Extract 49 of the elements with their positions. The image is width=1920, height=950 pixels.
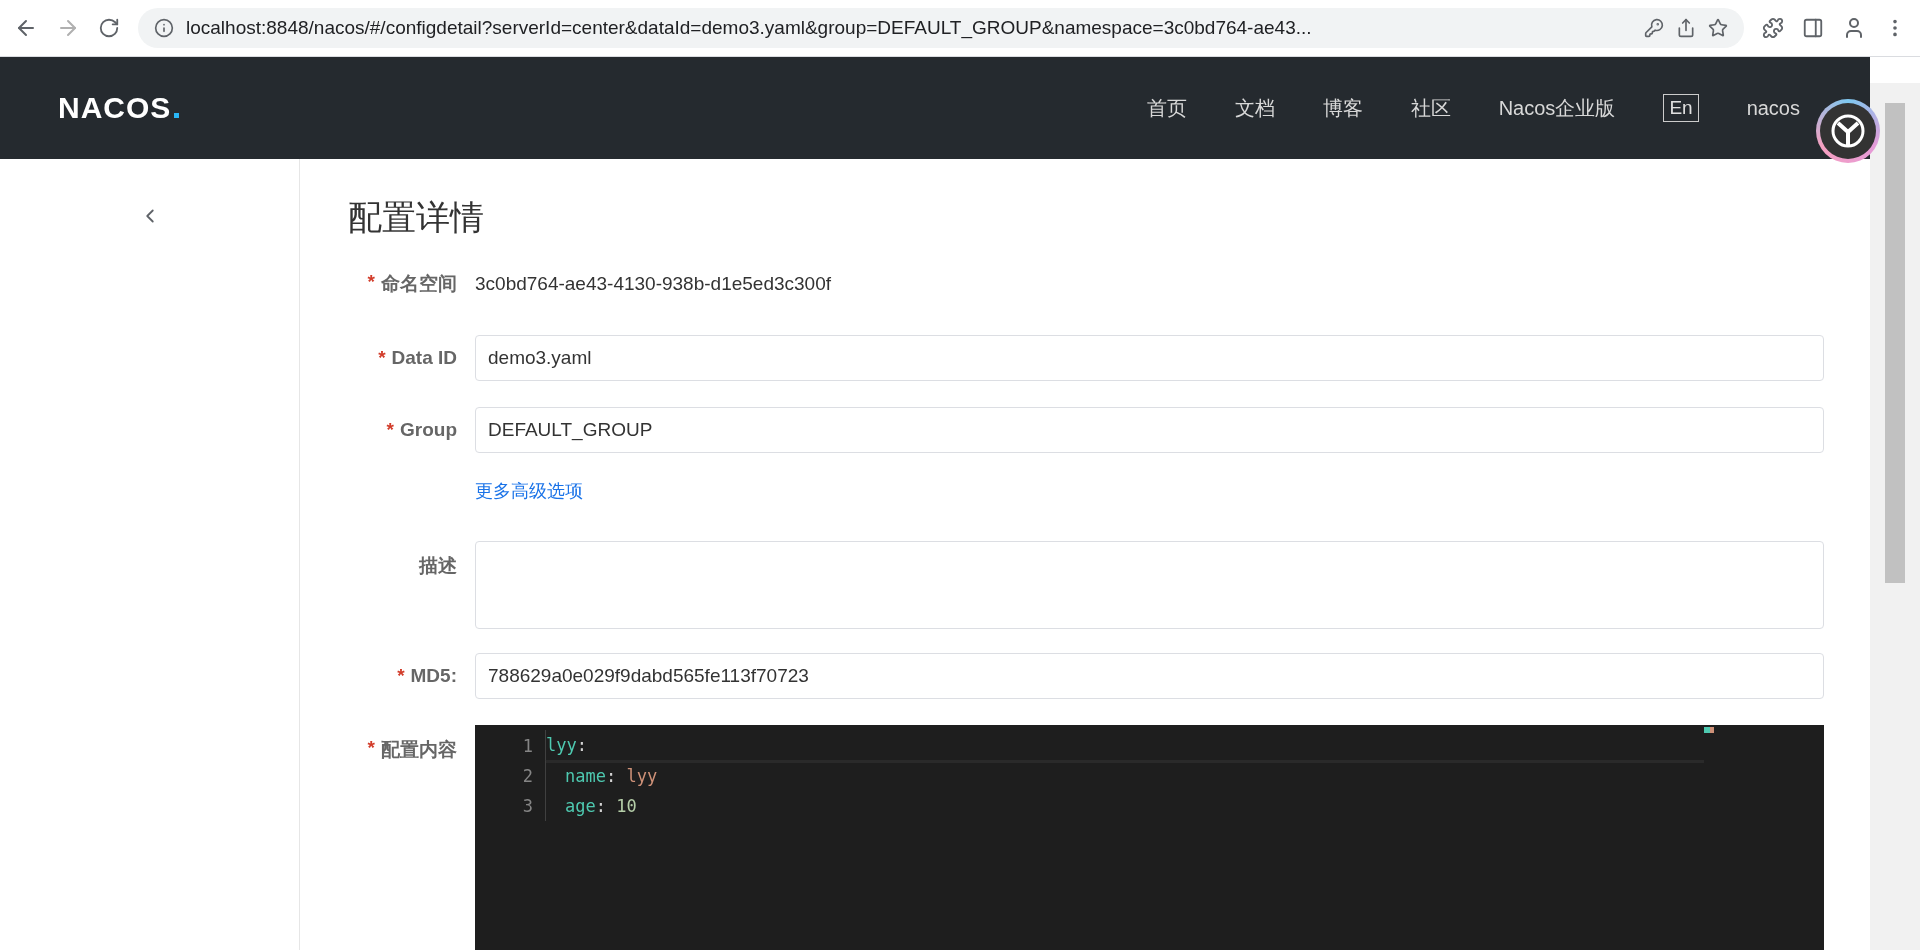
code-token: age xyxy=(565,796,596,816)
nav-link[interactable]: Nacos企业版 xyxy=(1498,94,1616,122)
key-icon[interactable] xyxy=(1644,18,1664,38)
url-text: localhost:8848/nacos/#/configdetail?serverId=center&dataId=demo3.yaml&group=DEFAULT_GROUP&namespace=3c0bd764-ae43... xyxy=(186,17,1313,39)
input-field[interactable]: 788629a0e029f9dabd565fe113f70723 xyxy=(475,653,1824,699)
nacos-logo[interactable]: NACOS xyxy=(58,91,180,125)
nav-link[interactable]: 文档 xyxy=(1234,94,1275,122)
code-token: : xyxy=(595,796,607,816)
nav-link[interactable]: 首页 xyxy=(1146,94,1187,122)
share-icon[interactable] xyxy=(1676,18,1696,38)
nav-link[interactable]: 社区 xyxy=(1410,94,1451,122)
namespace-value: 3c0bd764-ae43-4130-938b-d1e5ed3c300f xyxy=(475,273,833,295)
scrollbar[interactable] xyxy=(1870,83,1920,950)
nav-link[interactable]: 博客 xyxy=(1322,94,1363,122)
input-field[interactable]: DEFAULT_GROUP xyxy=(475,407,1824,453)
user-name[interactable]: nacos xyxy=(1746,96,1800,120)
page-title: 配置详情 xyxy=(348,197,485,238)
reload-icon[interactable] xyxy=(98,17,120,39)
line-number: 1 xyxy=(521,736,534,756)
field-label: 配置内容 xyxy=(381,738,457,762)
code-token: : xyxy=(605,766,618,786)
code-token: lyy xyxy=(626,766,658,786)
required-mark: * xyxy=(386,419,394,441)
code-token: 10 xyxy=(616,796,637,816)
line-number: 2 xyxy=(521,766,534,786)
line-number: 3 xyxy=(521,796,534,816)
address-bar[interactable]: localhost:8848/nacos/#/configdetail?serverId=center&dataId=demo3.yaml&group=DEFAULT_GROUP&namespace=3c0bd764-ae43... xyxy=(138,8,1744,48)
code-token: lyy xyxy=(546,734,577,755)
required-mark: * xyxy=(378,347,386,369)
description-field[interactable] xyxy=(475,541,1824,629)
required-mark: * xyxy=(367,271,375,294)
field-label: Data ID xyxy=(391,347,457,369)
language-button[interactable]: En xyxy=(1663,94,1699,122)
star-icon[interactable] xyxy=(1708,18,1728,38)
puzzle-icon[interactable] xyxy=(1762,17,1784,39)
field-label: 描述 xyxy=(419,554,457,578)
field-label: 命名空间 xyxy=(381,272,457,296)
advanced-options-link[interactable]: 更多高级选项 xyxy=(475,479,1824,503)
field-label: Group xyxy=(400,419,457,441)
minimap-drawing xyxy=(1704,727,1714,733)
field-label: MD5: xyxy=(410,665,457,687)
code-editor[interactable]: 1 lyy: 2 name: lyy 3 age: 10 xyxy=(475,725,1824,950)
info-icon xyxy=(154,18,174,38)
required-mark: * xyxy=(397,665,405,687)
code-token: : xyxy=(576,734,587,755)
input-field[interactable]: demo3.yaml xyxy=(475,335,1824,381)
required-mark: * xyxy=(367,737,375,760)
code-token: name xyxy=(565,766,606,786)
side-panel-icon[interactable] xyxy=(1802,17,1824,39)
